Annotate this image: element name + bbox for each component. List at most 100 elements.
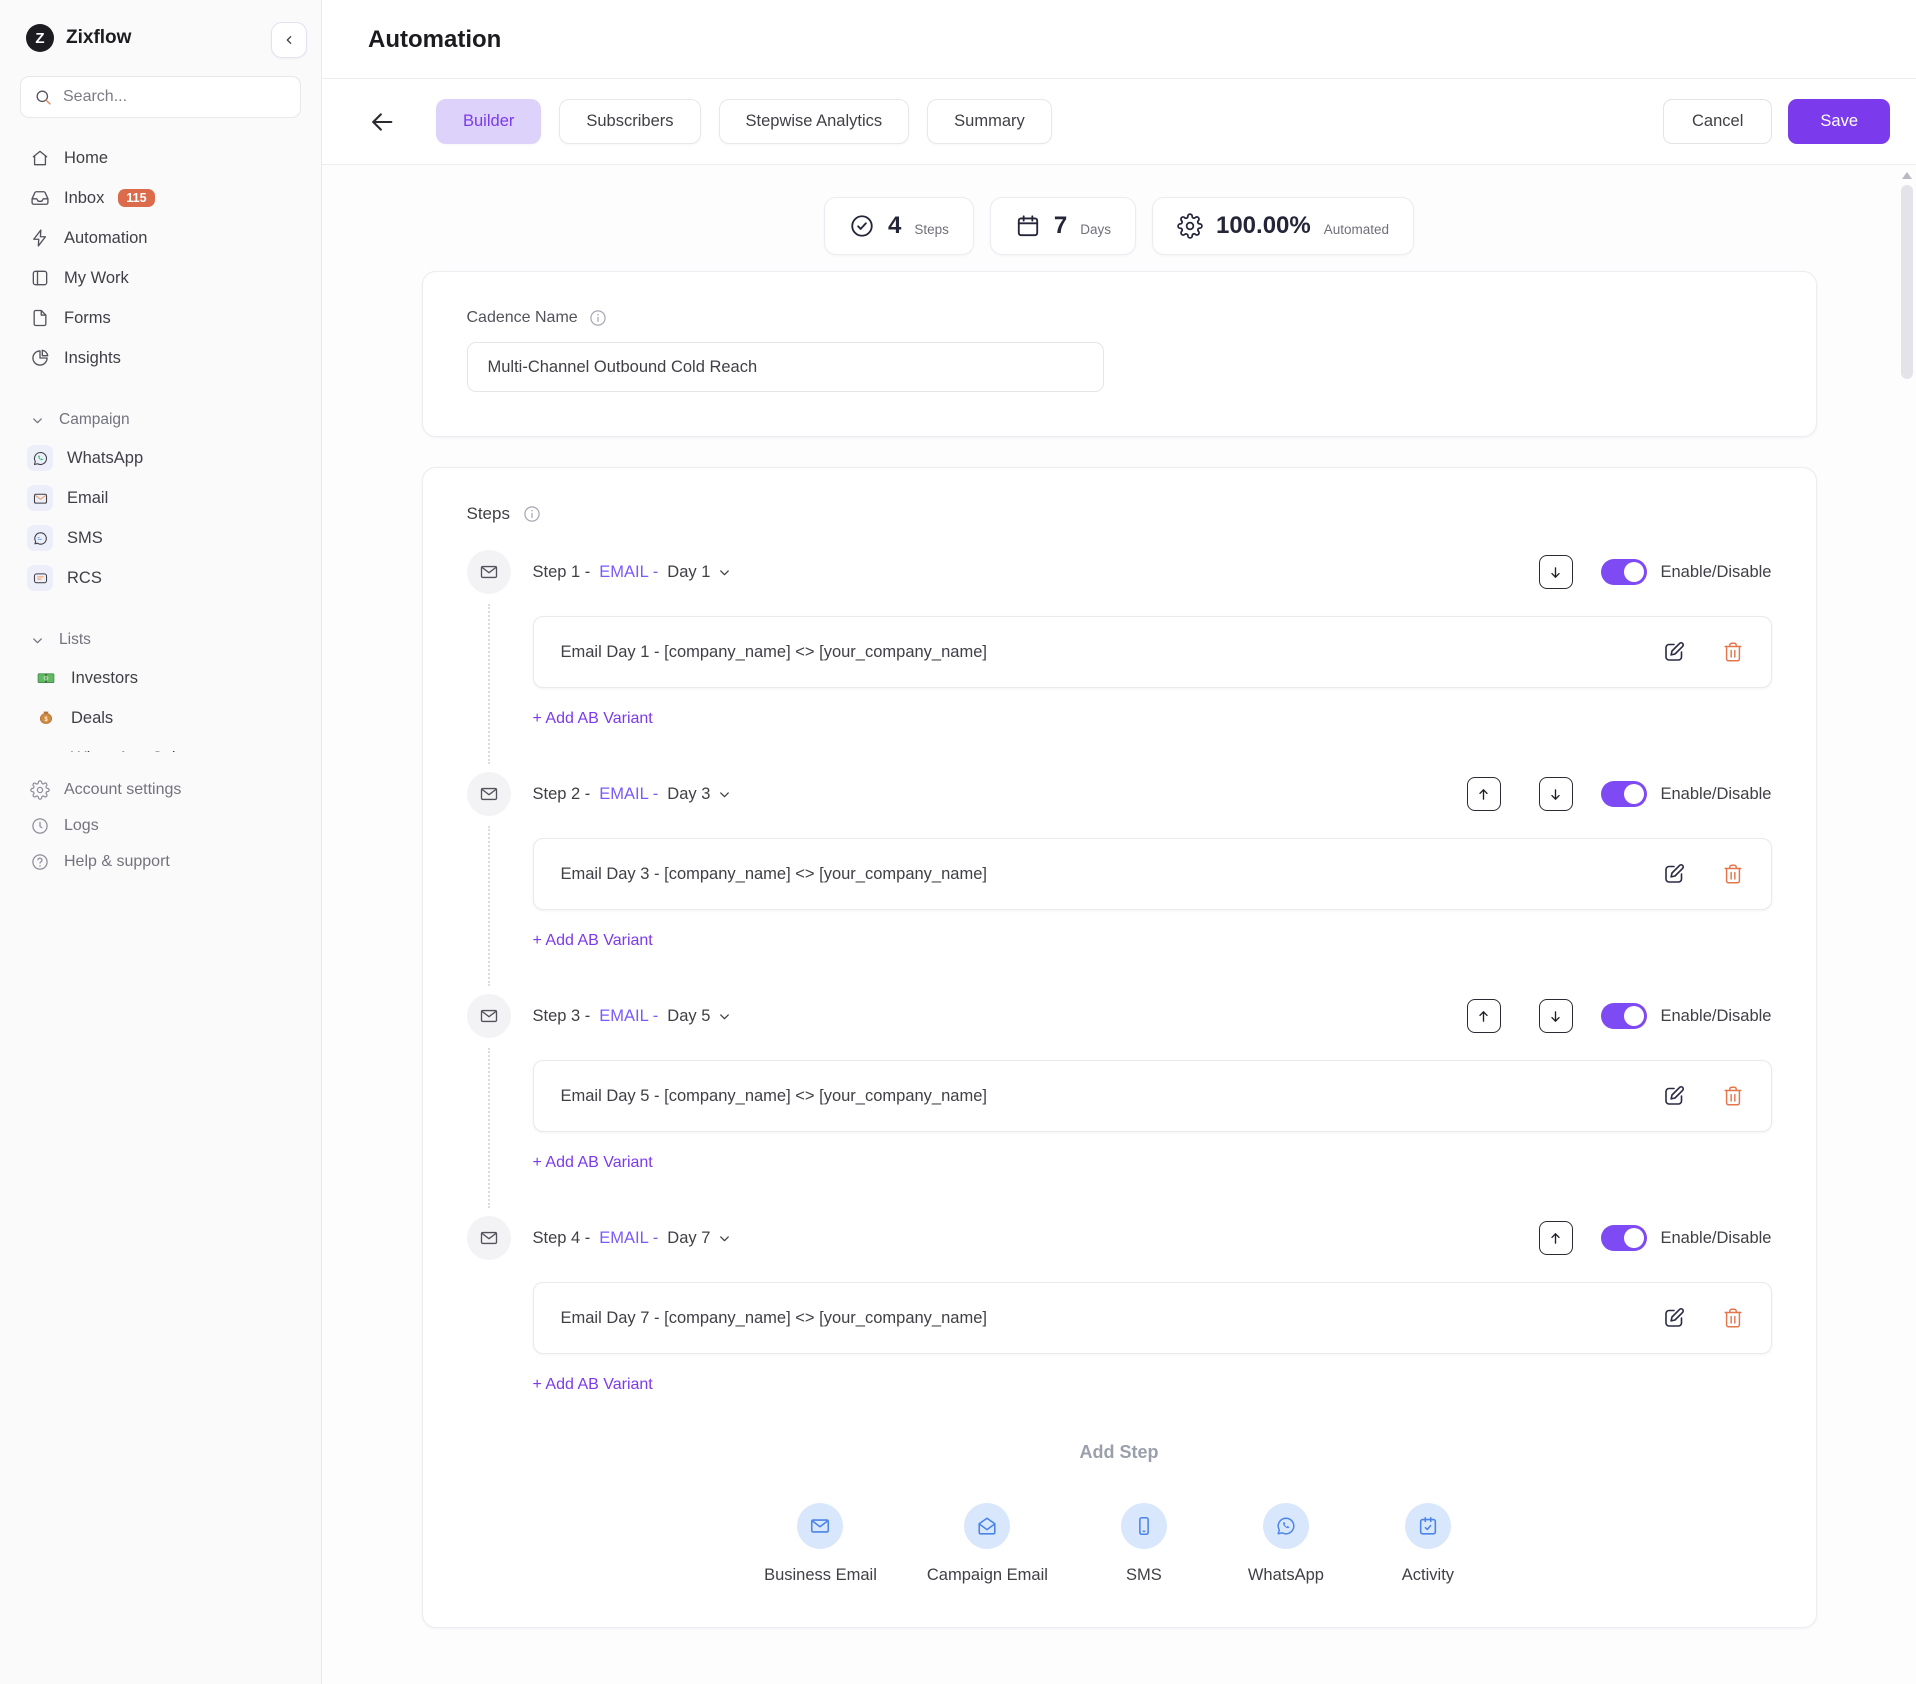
add-ab-variant-link[interactable]: + Add AB Variant <box>533 932 653 950</box>
cadence-name-input[interactable] <box>466 342 1104 392</box>
add-step-option-label: WhatsApp <box>1247 1566 1324 1584</box>
scrollbar-thumb[interactable] <box>1901 185 1913 379</box>
step-day-select[interactable]: Day 1 <box>667 563 732 582</box>
calendar-check-icon <box>1404 1503 1451 1549</box>
add-step-whatsapp[interactable]: WhatsApp <box>1240 1503 1332 1585</box>
email-step-icon <box>466 994 511 1038</box>
section-lists[interactable]: Lists <box>0 622 321 658</box>
chevron-down-icon <box>720 1235 730 1241</box>
edit-variant-button[interactable] <box>1662 640 1686 664</box>
move-step-up-button[interactable] <box>1538 1221 1573 1255</box>
delete-variant-button[interactable] <box>1722 641 1744 663</box>
delete-variant-button[interactable] <box>1722 863 1744 885</box>
step-day-value: Day 3 <box>667 784 711 803</box>
step-name: Step 3 - <box>532 1006 591 1025</box>
sidebar-item-home[interactable]: Home <box>0 138 321 178</box>
edit-variant-button[interactable] <box>1662 1306 1686 1330</box>
sidebar-footer: Account settings Logs Help & support <box>0 772 321 880</box>
delete-variant-button[interactable] <box>1722 1085 1744 1107</box>
add-step-business-email[interactable]: Business Email <box>764 1503 877 1585</box>
info-icon[interactable] <box>588 308 608 328</box>
scroll-up-arrow-icon[interactable] <box>1902 172 1912 179</box>
arrow-down-icon <box>1551 566 1560 578</box>
add-step-option-label: SMS <box>1126 1566 1162 1584</box>
tab-summary[interactable]: Summary <box>927 99 1052 144</box>
enable-toggle[interactable] <box>1600 1225 1647 1251</box>
sidebar-item-email[interactable]: Email <box>0 478 321 518</box>
sidebar-item-sms[interactable]: SMS <box>0 518 321 558</box>
tab-subscribers[interactable]: Subscribers <box>559 99 701 144</box>
add-ab-variant-link[interactable]: + Add AB Variant <box>533 710 653 728</box>
step-day-value: Day 5 <box>667 1006 711 1025</box>
sidebar-item-rcs[interactable]: RCS <box>0 558 321 598</box>
cadence-card: Cadence Name <box>421 271 1817 437</box>
sidebar-item-whatsapp-sub-truncated[interactable]: WhatsApp Sub <box>0 738 321 753</box>
sidebar-item-automation[interactable]: Automation <box>0 218 321 258</box>
chevron-down-icon <box>720 569 730 575</box>
email-variant-row[interactable]: Email Day 3 - [company_name] <> [your_co… <box>532 838 1772 910</box>
sidebar-item-help[interactable]: Help & support <box>0 844 321 880</box>
arrow-up-icon <box>1551 1232 1560 1244</box>
step-day-select[interactable]: Day 3 <box>667 785 732 804</box>
sidebar-item-investors[interactable]: Investors <box>0 658 321 698</box>
tab-builder[interactable]: Builder <box>436 99 542 144</box>
app-window: Z Zixflow Home Inbox 115 Automation <box>0 0 1916 1684</box>
email-variant-row[interactable]: Email Day 1 - [company_name] <> [your_co… <box>532 616 1772 688</box>
add-step-campaign-email[interactable]: Campaign Email <box>927 1503 1048 1585</box>
sidebar-item-deals[interactable]: $ Deals <box>0 698 321 738</box>
gear-icon <box>1177 213 1203 239</box>
enable-toggle-label: Enable/Disable <box>1660 784 1772 803</box>
stats-row: 4 Steps 7 Days 100.00% Automated <box>322 197 1916 255</box>
sidebar-item-inbox[interactable]: Inbox 115 <box>0 178 321 218</box>
variant-title: Email Day 3 - [company_name] <> [your_co… <box>560 864 987 883</box>
search-box[interactable] <box>20 76 301 118</box>
edit-variant-button[interactable] <box>1662 1084 1686 1108</box>
sidebar-item-my-work[interactable]: My Work <box>0 258 321 298</box>
move-step-up-button[interactable] <box>1466 777 1501 811</box>
section-campaign[interactable]: Campaign <box>0 402 321 438</box>
sidebar-item-insights[interactable]: Insights <box>0 338 321 378</box>
stat-value: 4 <box>887 212 902 239</box>
delete-variant-button[interactable] <box>1722 1307 1744 1329</box>
envelope-icon <box>797 1503 844 1549</box>
sidebar-item-label: Insights <box>64 348 121 367</box>
sidebar-item-whatsapp[interactable]: WhatsApp <box>0 438 321 478</box>
sidebar-item-account-settings[interactable]: Account settings <box>0 772 321 808</box>
sidebar-item-logs[interactable]: Logs <box>0 808 321 844</box>
sidebar-item-label: Home <box>64 148 109 167</box>
back-button[interactable] <box>368 107 398 137</box>
sidebar-collapse-button[interactable] <box>271 22 307 58</box>
stat-label: Steps <box>914 222 949 237</box>
add-ab-variant-link[interactable]: + Add AB Variant <box>533 1154 653 1172</box>
enable-toggle[interactable] <box>1600 1003 1647 1029</box>
zixflow-logo-icon: Z <box>26 24 54 52</box>
step-day-select[interactable]: Day 5 <box>667 1007 732 1026</box>
cancel-button[interactable]: Cancel <box>1663 99 1773 144</box>
email-variant-row[interactable]: Email Day 7 - [company_name] <> [your_co… <box>532 1282 1772 1354</box>
info-icon[interactable] <box>522 504 542 524</box>
search-input[interactable] <box>63 88 287 106</box>
edit-variant-button[interactable] <box>1662 862 1686 886</box>
enable-toggle[interactable] <box>1600 781 1647 807</box>
save-button[interactable]: Save <box>1788 99 1890 144</box>
step-name: Step 2 - <box>532 784 591 803</box>
check-circle-icon <box>851 215 873 237</box>
sidebar-item-forms[interactable]: Forms <box>0 298 321 338</box>
move-step-down-button[interactable] <box>1538 777 1573 811</box>
search-icon <box>36 89 51 105</box>
move-step-down-button[interactable] <box>1538 555 1573 589</box>
move-step-up-button[interactable] <box>1466 999 1501 1033</box>
enable-toggle[interactable] <box>1600 559 1647 585</box>
add-step-activity[interactable]: Activity <box>1382 1503 1474 1585</box>
step-day-select[interactable]: Day 7 <box>667 1229 732 1248</box>
home-icon <box>32 150 48 166</box>
move-step-down-button[interactable] <box>1538 999 1573 1033</box>
email-variant-row[interactable]: Email Day 5 - [company_name] <> [your_co… <box>532 1060 1772 1132</box>
add-ab-variant-link[interactable]: + Add AB Variant <box>533 1376 653 1394</box>
tab-stepwise-analytics[interactable]: Stepwise Analytics <box>718 99 910 144</box>
step-block-1: Step 1 - EMAIL - Day 1 Enable/Disable Em… <box>466 550 1772 764</box>
toolbar: Builder Subscribers Stepwise Analytics S… <box>322 79 1916 165</box>
add-step-sms[interactable]: SMS <box>1098 1503 1190 1585</box>
stat-days: 7 Days <box>989 197 1136 255</box>
scrollbar[interactable] <box>1900 172 1914 1672</box>
